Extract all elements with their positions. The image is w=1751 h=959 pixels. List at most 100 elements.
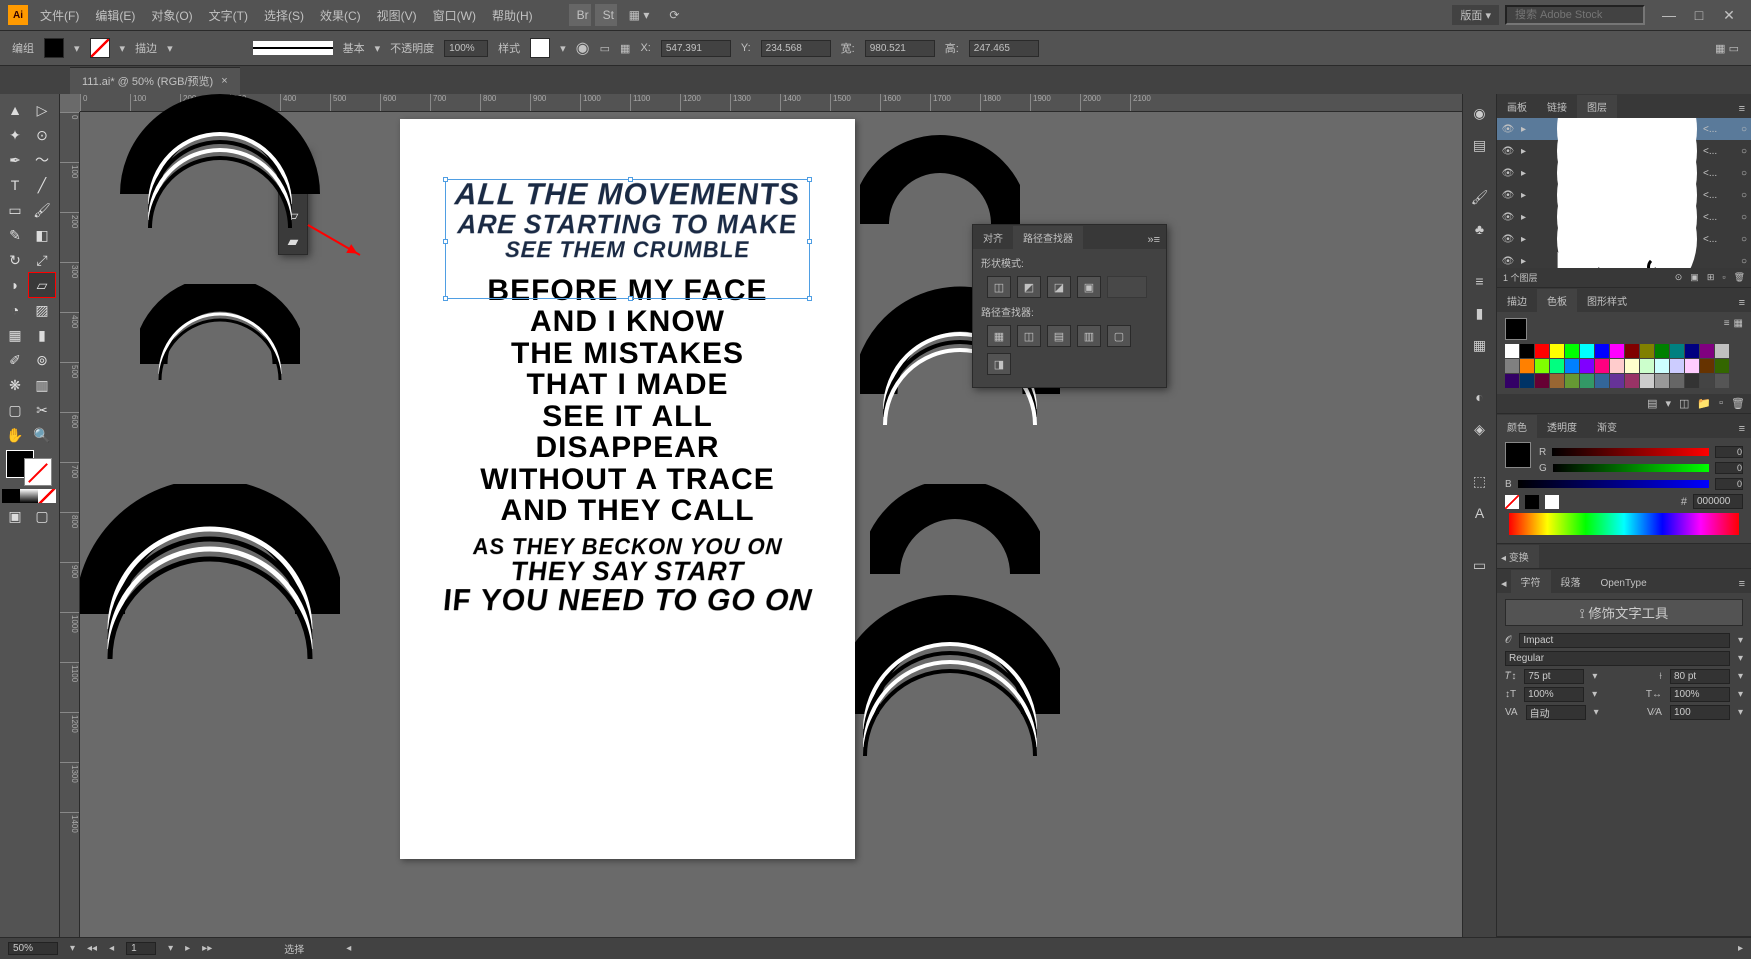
visibility-icon[interactable]: 👁 <box>1501 124 1515 135</box>
w-input[interactable] <box>865 40 935 57</box>
vscale-input[interactable] <box>1524 687 1584 702</box>
tab-swatches[interactable]: 色板 <box>1537 289 1577 312</box>
eraser-tool[interactable]: ◧ <box>29 223 55 247</box>
swatch[interactable] <box>1595 344 1609 358</box>
align-icon[interactable]: ▭ <box>600 42 610 55</box>
swatch-library-icon[interactable]: ▤ <box>1647 397 1657 410</box>
g-slider[interactable] <box>1553 464 1709 472</box>
tab-pathfinder[interactable]: 路径查找器 <box>1013 226 1083 249</box>
r-input[interactable] <box>1715 446 1743 458</box>
swatch[interactable] <box>1535 344 1549 358</box>
tab-align[interactable]: 对齐 <box>973 226 1013 249</box>
active-fill-swatch[interactable] <box>1505 318 1527 340</box>
recolor-icon[interactable]: ◉ <box>576 38 590 58</box>
merge-button[interactable]: ▤ <box>1047 325 1071 347</box>
minimize-button[interactable]: — <box>1655 5 1683 25</box>
swatch[interactable] <box>1565 374 1579 388</box>
delete-layer-icon[interactable]: 🗑 <box>1734 272 1745 283</box>
outline-button[interactable]: ▢ <box>1107 325 1131 347</box>
tab-artboards[interactable]: 画板 <box>1497 95 1537 118</box>
dock-swatches-icon[interactable]: ▤ <box>1469 134 1491 156</box>
fill-stroke-control[interactable] <box>2 448 56 488</box>
rotate-tool[interactable]: ↻ <box>2 248 28 272</box>
tab-character[interactable]: 字符 <box>1511 570 1551 593</box>
color-mode-switcher[interactable] <box>2 489 56 503</box>
canvas[interactable]: 0100200300400500600700800900100011001200… <box>60 94 1462 937</box>
dock-color-icon[interactable]: ◉ <box>1469 102 1491 124</box>
workspace-switcher[interactable]: 版面 ▾ <box>1452 5 1499 25</box>
artboard-next-icon[interactable]: ▸▸ <box>202 943 212 954</box>
hscale-input[interactable] <box>1670 687 1730 702</box>
layer-row[interactable]: 👁▸<...○ <box>1497 228 1751 250</box>
visibility-icon[interactable]: 👁 <box>1501 234 1515 245</box>
tab-transform[interactable]: ◂ 变换 <box>1497 545 1539 568</box>
white-swatch[interactable] <box>1545 495 1559 509</box>
document-tab[interactable]: 111.ai* @ 50% (RGB/预览) × <box>70 67 240 94</box>
swatch[interactable] <box>1580 359 1594 373</box>
view-options-icon[interactable]: ▦ ▭ <box>1715 42 1739 55</box>
eyedropper-tool[interactable]: ✐ <box>2 348 28 372</box>
bridge-icon[interactable]: Br <box>569 4 591 26</box>
artboard-next-one-icon[interactable]: ▸ <box>185 943 190 954</box>
swatch[interactable] <box>1595 359 1609 373</box>
dock-graphic-styles-icon[interactable]: ◈ <box>1469 418 1491 440</box>
tab-opentype[interactable]: OpenType <box>1591 574 1657 593</box>
swatch[interactable] <box>1670 359 1684 373</box>
brush-dropdown[interactable]: ▾ <box>375 42 381 55</box>
menu-文件(F)[interactable]: 文件(F) <box>32 3 87 28</box>
visibility-icon[interactable]: 👁 <box>1501 256 1515 267</box>
visibility-icon[interactable]: 👁 <box>1501 168 1515 179</box>
swatch[interactable] <box>1580 344 1594 358</box>
unite-button[interactable]: ◫ <box>987 276 1011 298</box>
swatch[interactable] <box>1565 344 1579 358</box>
trim-button[interactable]: ◫ <box>1017 325 1041 347</box>
swatch[interactable] <box>1655 344 1669 358</box>
b-input[interactable] <box>1715 478 1743 490</box>
font-family-input[interactable] <box>1519 633 1730 648</box>
minus-back-button[interactable]: ◨ <box>987 353 1011 375</box>
delete-swatch-icon[interactable]: 🗑 <box>1731 397 1745 410</box>
r-slider[interactable] <box>1552 448 1709 456</box>
color-spectrum[interactable] <box>1509 513 1739 535</box>
tab-gradient[interactable]: 渐变 <box>1587 415 1627 438</box>
dock-layers-icon[interactable]: ⬚ <box>1469 470 1491 492</box>
graphic-style-swatch[interactable] <box>530 38 550 58</box>
shape-builder-tool[interactable]: ◔ <box>2 298 28 322</box>
tab-paragraph[interactable]: 段落 <box>1551 570 1591 593</box>
b-slider[interactable] <box>1518 480 1709 488</box>
new-color-group-icon[interactable]: 📁 <box>1697 397 1711 410</box>
swatch[interactable] <box>1715 374 1729 388</box>
font-style-input[interactable] <box>1505 651 1730 666</box>
swatch[interactable] <box>1610 359 1624 373</box>
menu-文字(T)[interactable]: 文字(T) <box>201 3 256 28</box>
swatch[interactable] <box>1520 344 1534 358</box>
new-sublayer-icon[interactable]: ⊞ <box>1707 272 1715 283</box>
artboard[interactable]: ALL THE MOVEMENTS ARE STARTING TO MAKE S… <box>400 119 855 859</box>
artwork-arc[interactable] <box>80 484 340 704</box>
artboard-prev-one-icon[interactable]: ◂ <box>109 943 114 954</box>
artwork-arc[interactable] <box>140 284 300 414</box>
swatch[interactable] <box>1625 374 1639 388</box>
direct-selection-tool[interactable]: ▷ <box>29 98 55 122</box>
visibility-icon[interactable]: 👁 <box>1501 146 1515 157</box>
fill-swatch[interactable] <box>44 38 64 58</box>
slice-tool[interactable]: ✂ <box>29 398 55 422</box>
scale-tool[interactable]: ⤢ <box>29 248 55 272</box>
swatch[interactable] <box>1595 374 1609 388</box>
swatch[interactable] <box>1610 344 1624 358</box>
artwork-arc[interactable] <box>120 94 320 294</box>
free-transform-tool[interactable]: ▱ <box>29 273 55 297</box>
sync-icon[interactable]: ⟳ <box>661 4 687 26</box>
type-tool[interactable]: T <box>2 173 28 197</box>
leading-input[interactable] <box>1670 669 1730 684</box>
swatch[interactable] <box>1550 374 1564 388</box>
swatch[interactable] <box>1655 359 1669 373</box>
swatch[interactable] <box>1700 359 1714 373</box>
none-color-icon[interactable] <box>1505 495 1519 509</box>
lasso-tool[interactable]: ⊙ <box>29 123 55 147</box>
make-clipping-mask-icon[interactable]: ▣ <box>1690 272 1699 283</box>
swatch[interactable] <box>1700 344 1714 358</box>
font-size-input[interactable] <box>1524 669 1584 684</box>
tab-layers[interactable]: 图层 <box>1577 95 1617 118</box>
expand-button[interactable] <box>1107 276 1147 298</box>
